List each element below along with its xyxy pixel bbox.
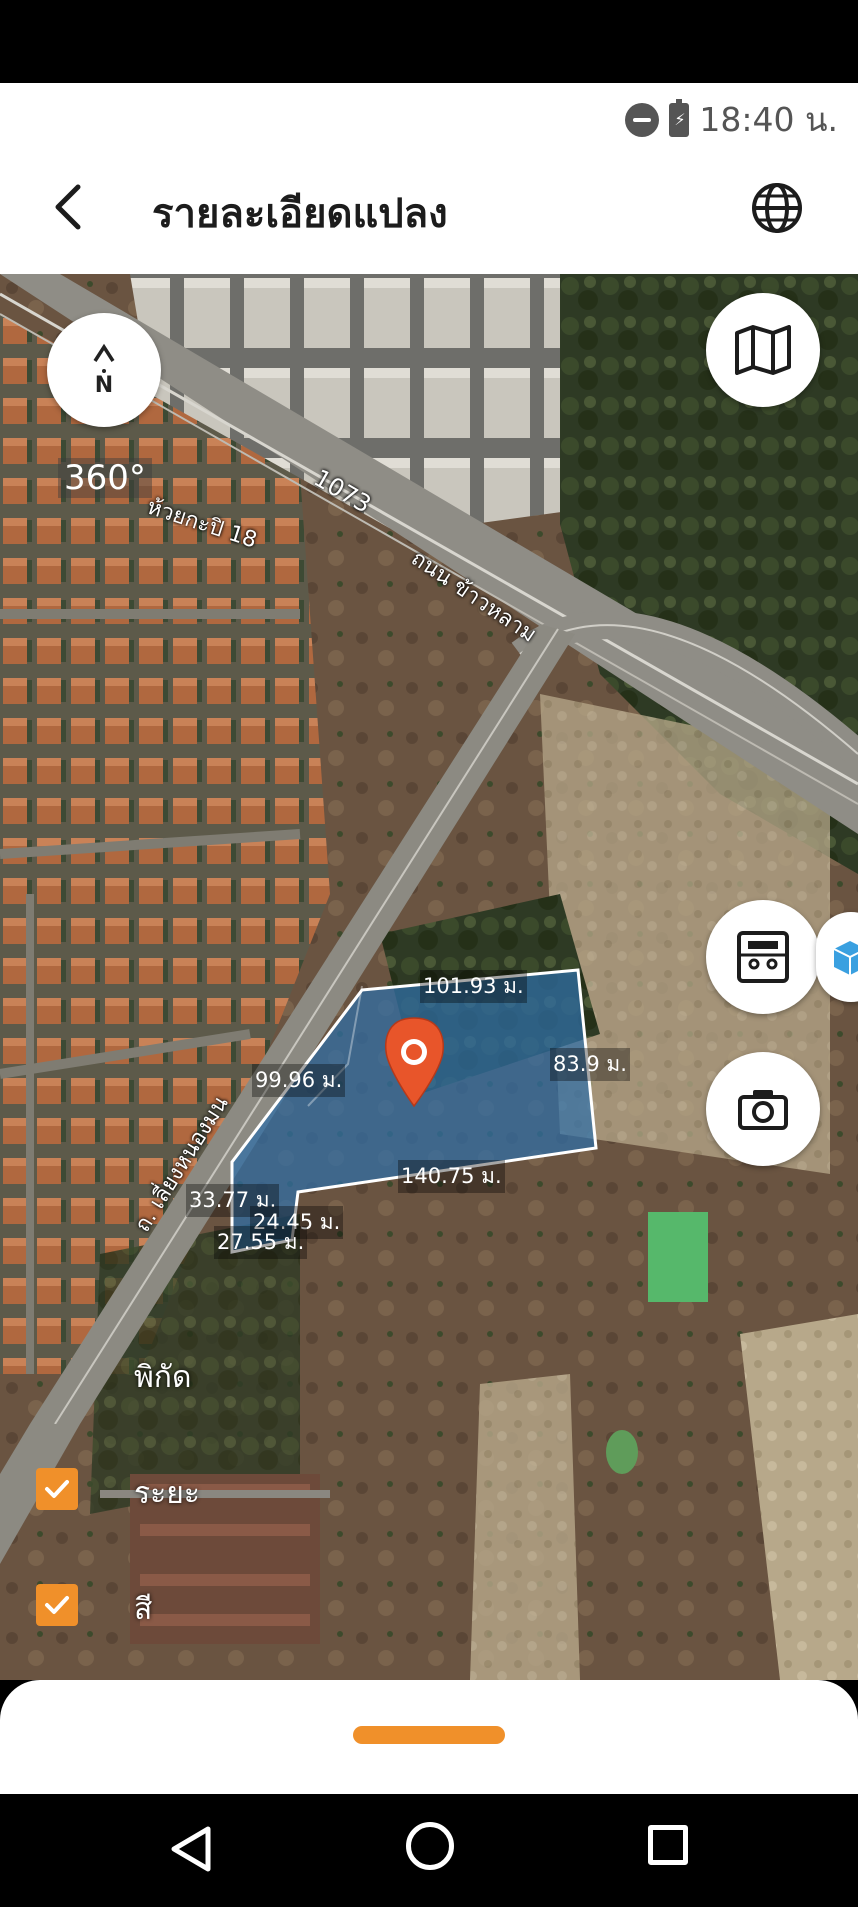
- coordinate-label: พิกัด: [134, 1360, 192, 1395]
- camera-button[interactable]: [706, 1052, 820, 1166]
- calculator-icon: [737, 931, 789, 983]
- battery-charging-icon: ⚡: [669, 98, 690, 137]
- calculator-button[interactable]: [706, 900, 820, 1014]
- distance-checkbox[interactable]: [36, 1468, 78, 1510]
- app-bar: รายละเอียดแปลง: [0, 143, 858, 274]
- nav-home-icon[interactable]: [406, 1822, 454, 1870]
- checkmark-icon: [45, 1480, 69, 1498]
- bottom-sheet[interactable]: [0, 1680, 858, 1794]
- checkmark-icon: [45, 1596, 69, 1614]
- compass-button[interactable]: N: [47, 313, 161, 427]
- compass-icon: N: [89, 343, 119, 397]
- map-layers-button[interactable]: [706, 293, 820, 407]
- camera-icon: [738, 1090, 788, 1130]
- system-nav-bar: [0, 1794, 858, 1907]
- plot-dimension: 140.75 ม.: [398, 1160, 505, 1193]
- do-not-disturb-icon: [625, 102, 660, 137]
- back-arrow-icon[interactable]: [40, 177, 100, 237]
- plot-dimension: 101.93 ม.: [420, 970, 527, 1003]
- status-bar: ⚡ 18:40 น.: [0, 83, 858, 143]
- map-icon: [735, 325, 791, 375]
- page-title: รายละเอียดแปลง: [152, 191, 448, 237]
- compass-north-label: N: [94, 373, 114, 398]
- cube-icon: [833, 941, 858, 975]
- globe-icon[interactable]: [750, 181, 804, 235]
- plot-dimension: 99.96 ม.: [252, 1064, 346, 1097]
- sheet-drag-handle[interactable]: [353, 1726, 505, 1744]
- nav-back-icon[interactable]: [168, 1824, 218, 1874]
- distance-label: ระยะ: [134, 1476, 200, 1511]
- view-360-button[interactable]: 360°: [58, 458, 152, 498]
- plot-dimension: 27.55 ม.: [214, 1226, 308, 1259]
- plot-dimension: 83.9 ม.: [550, 1048, 630, 1081]
- status-time: 18:40 น.: [699, 100, 838, 139]
- top-black-bar: [0, 0, 858, 83]
- color-checkbox[interactable]: [36, 1584, 78, 1626]
- color-label: สี: [134, 1592, 153, 1627]
- nav-recents-icon[interactable]: [648, 1825, 688, 1865]
